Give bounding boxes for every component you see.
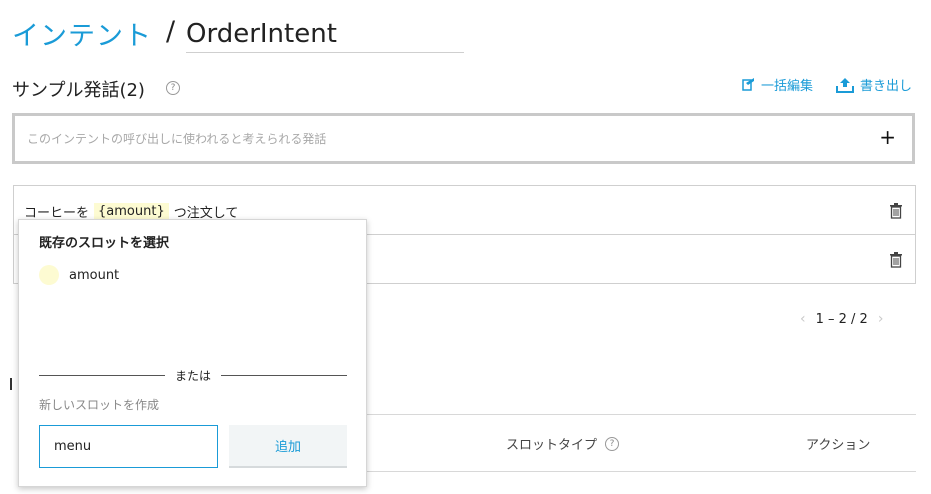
bulk-edit-label: 一括編集 [761, 79, 814, 94]
sample-utterance-input[interactable] [27, 128, 847, 150]
export-label: 書き出し [860, 79, 913, 94]
column-header-slot-type-label: スロットタイプ [506, 438, 598, 453]
table-divider [365, 471, 916, 472]
existing-slot-name: amount [69, 267, 120, 283]
slot-chip[interactable]: {amount} [94, 203, 169, 220]
popup-title: 既存のスロットを選択 [39, 236, 170, 251]
or-text: または [175, 369, 212, 383]
add-slot-button[interactable]: 追加 [229, 425, 347, 468]
column-header-action: アクション [806, 438, 871, 453]
chevron-left-icon[interactable]: ‹ [800, 311, 806, 327]
export-button[interactable]: 書き出し [836, 75, 912, 94]
new-slot-name-input[interactable] [39, 425, 218, 468]
sample-utterances-title: サンプル発話(2) [12, 80, 145, 101]
breadcrumb-separator: / [166, 16, 176, 47]
or-divider: または [39, 367, 348, 384]
page-range: 1 – 2 / 2 [815, 311, 868, 327]
divider-line [221, 375, 348, 376]
sample-utterance-input-box: + [12, 113, 915, 164]
bulk-edit-button[interactable]: 一括編集 [742, 75, 813, 94]
slot-selection-popup: 既存のスロットを選択 amount または 新しいスロットを作成 追加 [18, 219, 367, 487]
upload-icon [836, 77, 854, 93]
bulk-edit-icon [742, 78, 754, 91]
help-icon[interactable]: ? [166, 81, 180, 95]
new-slot-label: 新しいスロットを作成 [39, 398, 160, 412]
existing-slot-option[interactable]: amount [39, 265, 119, 285]
chevron-right-icon[interactable]: › [878, 311, 884, 327]
column-header-slot-type: スロットタイプ ? [506, 434, 620, 453]
table-divider [365, 414, 916, 415]
section-title-fragment [10, 378, 14, 390]
divider-line [39, 375, 165, 376]
add-utterance-button[interactable]: + [879, 126, 896, 148]
help-icon[interactable]: ? [605, 436, 620, 451]
intent-name-input[interactable] [186, 10, 464, 53]
trash-icon[interactable] [889, 203, 903, 219]
breadcrumb-intents-link[interactable]: インテント [12, 14, 152, 53]
trash-icon[interactable] [889, 252, 903, 268]
slot-color-dot [39, 265, 59, 285]
pagination: ‹ 1 – 2 / 2 › [800, 311, 883, 327]
